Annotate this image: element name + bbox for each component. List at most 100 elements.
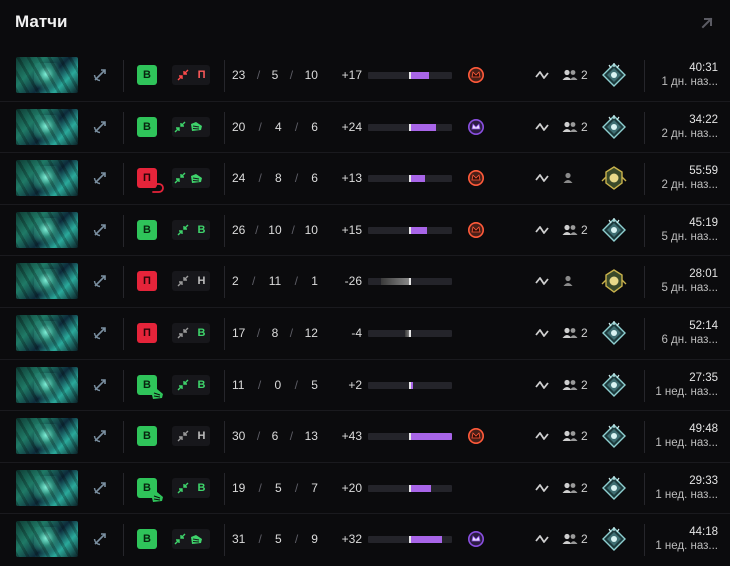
match-row[interactable]: В Н 30 / 6 / 13 +43 2 49:48 1 нед. наз..… bbox=[0, 411, 730, 463]
match-row[interactable]: П Н 2 / 11 / 1 -26 28:01 5 дн. наз... bbox=[0, 256, 730, 308]
lane-badge: В bbox=[172, 322, 210, 343]
match-duration: 52:14 bbox=[689, 319, 718, 332]
divider bbox=[123, 60, 124, 92]
rank-gold-icon bbox=[601, 166, 627, 191]
match-duration: 27:35 bbox=[689, 371, 718, 384]
divider bbox=[224, 214, 225, 247]
party-size: 2 bbox=[581, 532, 588, 547]
result-badge: П bbox=[137, 271, 157, 292]
match-row[interactable]: В В 26 / 10 / 10 +15 2 45:19 5 дн. наз..… bbox=[0, 205, 730, 257]
medal-orange-icon bbox=[468, 67, 484, 83]
carry-role-icon bbox=[93, 533, 106, 546]
assists: 1 bbox=[311, 274, 318, 289]
match-row[interactable]: П В 17 / 8 / 12 -4 2 52:14 6 дн. наз... bbox=[0, 308, 730, 360]
solo-icon bbox=[563, 173, 573, 184]
net-worth-diff: +15 bbox=[341, 222, 362, 237]
hero-portrait[interactable] bbox=[16, 469, 78, 506]
kda-separator: / bbox=[291, 222, 295, 237]
divider bbox=[123, 317, 124, 350]
diff-bar bbox=[368, 381, 452, 389]
kills: 31 bbox=[232, 532, 246, 547]
kda: 26 / 10 / 10 bbox=[232, 223, 318, 237]
party-size: 2 bbox=[581, 480, 588, 495]
diff-bar-fill bbox=[410, 175, 425, 183]
match-duration: 55:59 bbox=[689, 165, 718, 178]
hero-portrait[interactable] bbox=[16, 418, 78, 455]
diff-bar-fill bbox=[410, 433, 452, 441]
boots-icon bbox=[191, 122, 203, 132]
kda-separator: / bbox=[258, 119, 262, 134]
open-external-icon[interactable] bbox=[700, 16, 714, 30]
hero-portrait[interactable] bbox=[16, 57, 78, 93]
trend-icon bbox=[535, 122, 549, 131]
divider bbox=[224, 111, 225, 144]
lane-arrows-icon bbox=[177, 482, 188, 494]
match-ago: 1 нед. наз... bbox=[655, 540, 718, 553]
match-row[interactable]: В 31 / 5 / 9 +32 2 44:18 1 нед. наз... bbox=[0, 514, 730, 566]
hero-portrait[interactable] bbox=[16, 108, 78, 145]
divider bbox=[123, 369, 124, 402]
assists: 12 bbox=[304, 325, 318, 340]
deaths: 5 bbox=[271, 68, 279, 82]
hero-portrait[interactable] bbox=[16, 263, 78, 300]
hero-portrait[interactable] bbox=[16, 160, 78, 197]
diff-bar bbox=[368, 278, 452, 286]
lane-badge: Н bbox=[172, 426, 210, 447]
kda-separator: / bbox=[258, 171, 262, 186]
lane-badge bbox=[172, 116, 210, 137]
hero-portrait[interactable] bbox=[16, 314, 78, 351]
net-worth-diff: +17 bbox=[341, 68, 362, 82]
hero-portrait[interactable] bbox=[16, 521, 78, 558]
lane-label: П bbox=[197, 69, 206, 81]
diff-bar-fill bbox=[381, 278, 410, 286]
party-info: 2 bbox=[562, 377, 592, 393]
match-row[interactable]: П 24 / 8 / 6 +13 55:59 2 дн. наз... bbox=[0, 153, 730, 205]
diff-bar bbox=[368, 329, 452, 337]
match-ago: 5 дн. наз... bbox=[661, 282, 718, 295]
lane-label: Н bbox=[197, 430, 206, 443]
match-ago: 6 дн. наз... bbox=[661, 333, 718, 346]
kda: 31 / 5 / 9 bbox=[232, 532, 318, 546]
match-row[interactable]: В П 23 / 5 / 10 +17 2 40:31 1 дн. наз... bbox=[0, 50, 730, 102]
diff-bar-center bbox=[409, 536, 411, 544]
result-badge: В bbox=[137, 529, 157, 550]
divider bbox=[123, 472, 124, 505]
divider bbox=[123, 421, 124, 454]
assists: 13 bbox=[304, 429, 318, 444]
match-ago: 1 нед. наз... bbox=[655, 385, 718, 398]
hero-portrait[interactable] bbox=[16, 211, 78, 248]
match-ago: 2 дн. наз... bbox=[661, 127, 718, 140]
result-badge: В bbox=[137, 426, 157, 447]
match-row[interactable]: В В 11 / 0 / 5 +2 2 27:35 1 нед. наз... bbox=[0, 360, 730, 412]
rank-diamond-icon bbox=[602, 320, 626, 345]
diff-bar-center bbox=[409, 433, 411, 441]
rank-diamond-icon bbox=[602, 424, 626, 449]
boots-icon bbox=[151, 491, 163, 502]
match-row[interactable]: В 20 / 4 / 6 +24 2 34:22 2 дн. наз... bbox=[0, 102, 730, 154]
lane-arrows-icon bbox=[177, 69, 189, 81]
kills: 30 bbox=[232, 429, 246, 444]
result-badge: В bbox=[137, 65, 157, 85]
rank-diamond-icon bbox=[602, 372, 626, 397]
carry-role-icon bbox=[93, 223, 106, 236]
lane-arrows-icon bbox=[174, 121, 186, 133]
medal-orange-icon bbox=[468, 170, 484, 187]
kills: 20 bbox=[232, 119, 246, 134]
carry-role-icon bbox=[93, 275, 106, 288]
match-time: 55:59 2 дн. наз... bbox=[628, 164, 718, 192]
kda: 23 / 5 / 10 bbox=[232, 68, 318, 82]
match-row[interactable]: В В 19 / 5 / 7 +20 2 29:33 1 нед. наз... bbox=[0, 463, 730, 515]
kda-separator: / bbox=[294, 119, 299, 134]
diff-bar bbox=[368, 433, 452, 441]
trend-icon bbox=[535, 71, 549, 79]
assists: 6 bbox=[311, 171, 318, 186]
hero-portrait[interactable] bbox=[16, 366, 78, 403]
kda-separator: / bbox=[258, 532, 262, 547]
diff-bar bbox=[368, 536, 452, 544]
match-time: 28:01 5 дн. наз... bbox=[628, 267, 718, 295]
match-duration: 29:33 bbox=[689, 474, 718, 487]
match-duration: 40:31 bbox=[689, 62, 718, 74]
carry-role-icon bbox=[93, 430, 106, 443]
assists: 6 bbox=[311, 119, 318, 134]
party-icon bbox=[562, 121, 578, 132]
